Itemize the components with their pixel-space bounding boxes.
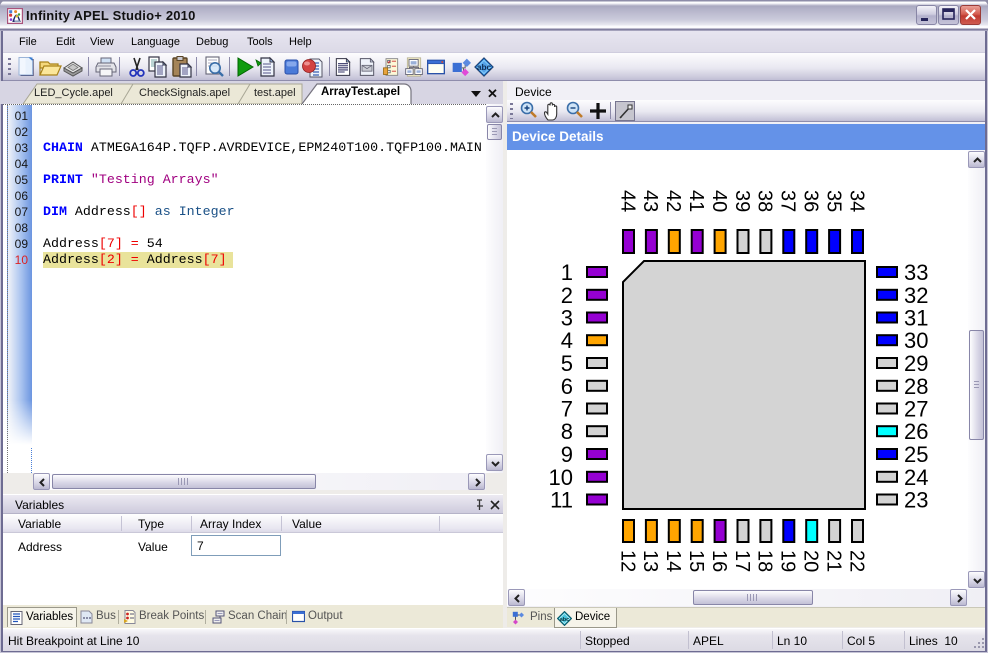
svg-text:14: 14	[662, 550, 684, 572]
svg-text:3: 3	[561, 306, 573, 331]
svg-text:4: 4	[561, 328, 573, 353]
svg-text:16: 16	[708, 550, 730, 572]
svg-text:15: 15	[685, 550, 707, 572]
svg-text:18: 18	[754, 550, 776, 572]
svg-text:40: 40	[708, 190, 730, 212]
svg-text:34: 34	[845, 190, 867, 212]
svg-text:11: 11	[550, 488, 573, 513]
svg-text:5: 5	[561, 351, 573, 376]
svg-text:42: 42	[662, 190, 684, 212]
svg-text:28: 28	[904, 374, 928, 399]
svg-text:13: 13	[639, 550, 661, 572]
svg-text:39: 39	[731, 190, 753, 212]
svg-text:12: 12	[616, 550, 638, 572]
svg-text:43: 43	[639, 190, 661, 212]
svg-text:abc: abc	[477, 62, 492, 72]
svg-text:25: 25	[904, 442, 928, 467]
svg-text:29: 29	[904, 351, 928, 376]
svg-text:abc: abc	[560, 617, 569, 623]
svg-text:19: 19	[777, 550, 799, 572]
svg-text:22: 22	[845, 550, 867, 572]
svg-text:31: 31	[904, 306, 928, 331]
svg-text:32: 32	[904, 283, 928, 308]
svg-text:36: 36	[800, 190, 822, 212]
svg-text:38: 38	[754, 190, 776, 212]
svg-text:24: 24	[904, 465, 928, 490]
svg-text:35: 35	[822, 190, 844, 212]
svg-text:17: 17	[731, 550, 753, 572]
svg-text:8: 8	[561, 419, 573, 444]
svg-text:33: 33	[904, 260, 928, 285]
svg-text:6: 6	[561, 374, 573, 399]
svg-text:2: 2	[561, 283, 573, 308]
svg-text:26: 26	[904, 419, 928, 444]
svg-text:44: 44	[616, 190, 638, 212]
svg-text:27: 27	[904, 397, 928, 422]
svg-text:23: 23	[904, 488, 928, 513]
svg-text:30: 30	[904, 328, 928, 353]
svg-text:7: 7	[561, 397, 573, 422]
svg-text:10: 10	[549, 465, 573, 490]
svg-text:20: 20	[800, 550, 822, 572]
svg-text:21: 21	[822, 550, 844, 572]
svg-text:9: 9	[561, 442, 573, 467]
svg-text:37: 37	[777, 190, 799, 212]
svg-text:1: 1	[561, 260, 573, 285]
svg-text:41: 41	[685, 190, 707, 212]
